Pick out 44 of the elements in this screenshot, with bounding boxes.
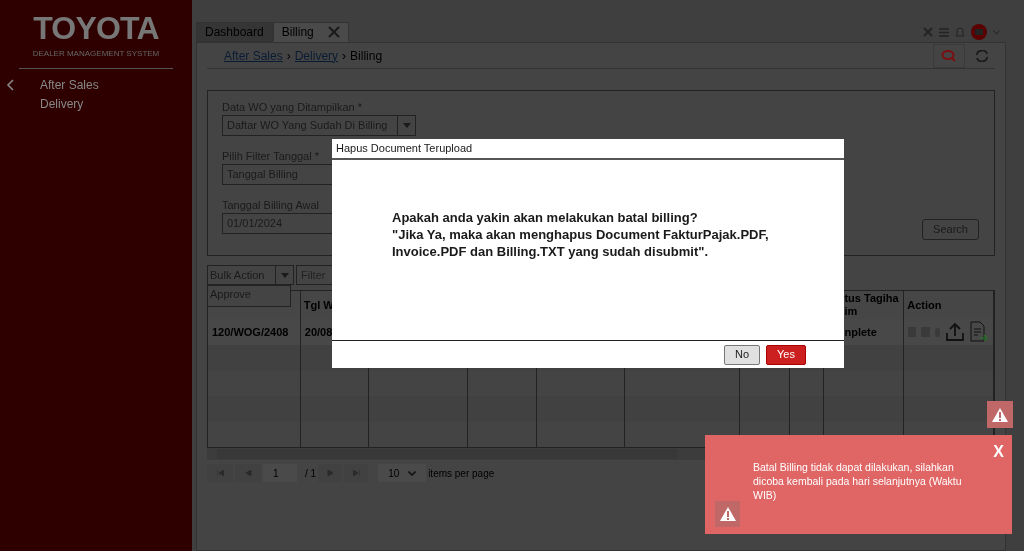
sidebar-item[interactable]: After Sales xyxy=(40,75,99,94)
warning-icon xyxy=(715,501,740,527)
page-size-label: items per page xyxy=(428,466,495,481)
breadcrumb-link[interactable]: After Sales xyxy=(224,46,283,65)
triangle-left-icon xyxy=(244,470,252,476)
cancel-button[interactable]: No xyxy=(724,344,761,365)
confirm-button[interactable]: Yes xyxy=(766,344,806,365)
logo-text: TOYOTA xyxy=(33,12,159,44)
caret-icon xyxy=(402,123,411,128)
toast-message: Batal Billing tidak dapat dilakukan, silahkan dicoba kembali pada hari selanjutnya (Waktu WIB) xyxy=(753,460,963,502)
page-input[interactable]: 1 xyxy=(263,464,297,482)
breadcrumb-separator: › xyxy=(286,47,291,65)
chevron-down-icon xyxy=(408,470,417,476)
close-button[interactable]: X xyxy=(993,444,1004,460)
breadcrumb-link[interactable]: Delivery xyxy=(294,46,339,65)
breadcrumb-current: Billing xyxy=(350,47,383,65)
menu-icon[interactable] xyxy=(939,27,949,37)
page-total: / 1 xyxy=(305,466,317,481)
caret-icon[interactable] xyxy=(993,29,1000,35)
sidebar-item[interactable]: Delivery xyxy=(40,94,84,113)
table-cell-text: 20/08 xyxy=(304,324,333,340)
caret-icon xyxy=(280,272,289,278)
tab[interactable]: Billing xyxy=(272,22,349,42)
dialog-title: Hapus Document Terupload xyxy=(336,141,473,157)
file-export-icon[interactable] xyxy=(970,321,989,343)
search-button[interactable] xyxy=(933,43,965,68)
table-cell-text: 120/WOG/2408 xyxy=(212,324,289,340)
search-icon xyxy=(941,49,957,62)
column-header: Action xyxy=(907,298,942,312)
upload-icon[interactable] xyxy=(945,322,966,342)
refresh-icon xyxy=(975,49,989,62)
logo-subtitle: DEALER MANAGEMENT SYSTEM xyxy=(32,48,160,60)
page-size-dropdown[interactable]: 10 xyxy=(378,464,427,482)
bell-icon[interactable] xyxy=(955,26,965,38)
skip-forward-icon xyxy=(352,470,360,476)
skip-back-icon xyxy=(216,470,224,476)
avatar-icon[interactable] xyxy=(971,24,987,40)
breadcrumb-separator: › xyxy=(342,47,347,65)
table-cell-text: nplete xyxy=(844,324,877,340)
triangle-right-icon xyxy=(326,470,334,476)
back-chevron-icon[interactable] xyxy=(6,78,14,91)
column-header: tus Tagiha im xyxy=(844,292,900,318)
warning-icon xyxy=(987,401,1013,428)
close-icon[interactable] xyxy=(327,26,340,38)
